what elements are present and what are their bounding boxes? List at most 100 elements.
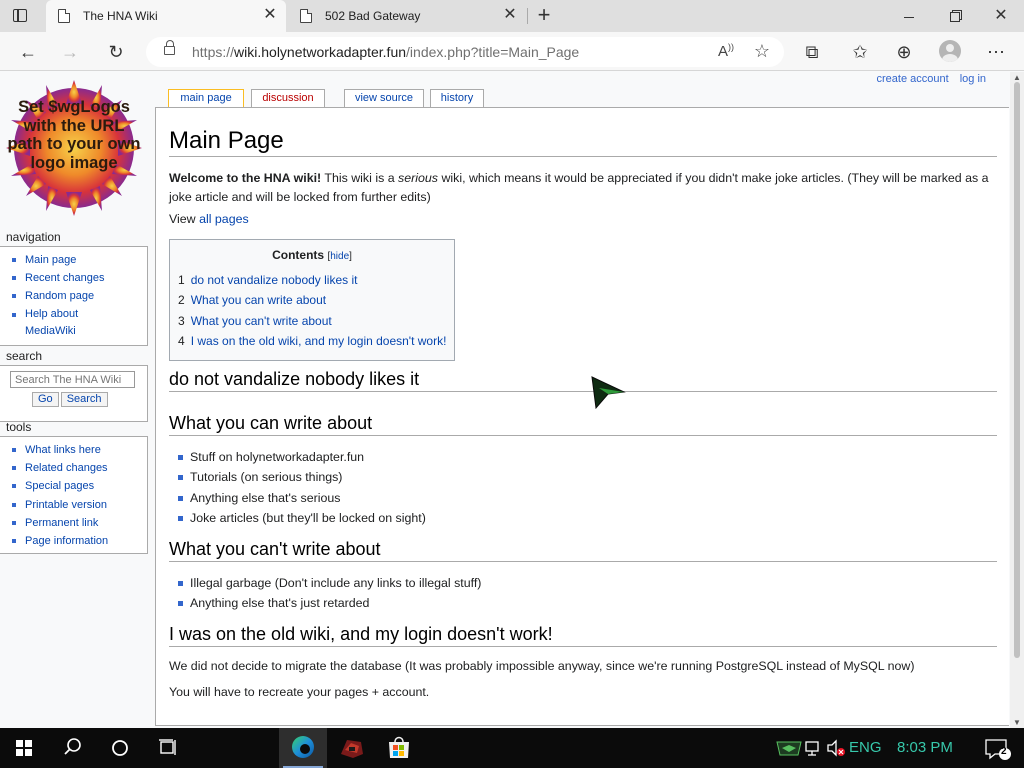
clock[interactable]: 8:03 PM: [897, 739, 953, 756]
search-taskbar-icon[interactable]: [48, 728, 96, 768]
nav-link[interactable]: Main page: [25, 254, 76, 266]
minimize-button[interactable]: [886, 0, 932, 32]
store-taskbar-icon[interactable]: [375, 728, 423, 768]
site-logo[interactable]: Set $wgLogos with the URL path to your o…: [6, 80, 142, 216]
list-item: Anything else that's just retarded: [178, 593, 481, 613]
search-portlet: search GoSearch: [0, 349, 148, 422]
can-write-list: Stuff on holynetworkadapter.fun Tutorial…: [178, 447, 426, 529]
browser-tab-strip: The HNA Wiki ✕ 502 Bad Gateway ✕ + ✕: [0, 0, 1024, 32]
tab-label[interactable]: main page: [180, 92, 231, 104]
tab-label[interactable]: discussion: [262, 92, 313, 104]
close-tab-icon[interactable]: ✕: [262, 7, 278, 23]
network-icon[interactable]: [804, 728, 822, 768]
game-app-taskbar-icon[interactable]: [327, 728, 375, 768]
toc-hide-link[interactable]: hide: [330, 251, 349, 262]
printable-version-link[interactable]: Printable version: [25, 499, 107, 511]
collections-icon[interactable]: ⊕: [891, 39, 917, 65]
what-links-here-link[interactable]: What links here: [25, 444, 101, 456]
page-information-link[interactable]: Page information: [25, 535, 108, 547]
toc-link[interactable]: do not vandalize nobody likes it: [191, 273, 358, 287]
scroll-up-arrow-icon[interactable]: ▲: [1013, 73, 1021, 82]
page-scrollbar[interactable]: ▲ ▼: [1010, 72, 1024, 728]
search-button[interactable]: Search: [60, 392, 108, 407]
tab-view-source[interactable]: view source: [344, 89, 424, 107]
nav-link[interactable]: Random page: [25, 290, 94, 302]
tab-history[interactable]: history: [430, 89, 484, 107]
scrollbar-thumb[interactable]: [1014, 82, 1020, 658]
notifications-icon[interactable]: 2: [978, 728, 1018, 768]
tab-502-bad-gateway[interactable]: 502 Bad Gateway ✕: [288, 0, 526, 32]
input-language-indicator[interactable]: ENG: [849, 739, 882, 756]
url-text[interactable]: https://wiki.holynetworkadapter.fun/inde…: [192, 44, 579, 60]
extensions-icon[interactable]: ⧉: [799, 39, 825, 65]
tools-portlet: tools What links here Related changes Sp…: [0, 420, 148, 554]
list-item: Illegal garbage (Don't include any links…: [178, 573, 481, 593]
close-window-button[interactable]: ✕: [978, 0, 1024, 32]
task-view-icon[interactable]: [144, 728, 192, 768]
edge-taskbar-icon[interactable]: [279, 728, 327, 768]
volume-muted-icon[interactable]: [825, 728, 847, 768]
page-favicon-icon: [58, 9, 70, 23]
tab-title: 502 Bad Gateway: [325, 9, 421, 23]
lock-icon[interactable]: [164, 40, 175, 55]
tool-item: Related changes: [10, 459, 143, 477]
gpu-tray-icon[interactable]: [772, 728, 806, 768]
related-changes-link[interactable]: Related changes: [25, 462, 108, 474]
intro-paragraph: Welcome to the HNA wiki! This wiki is a …: [169, 171, 989, 204]
tab-discussion[interactable]: discussion: [251, 89, 325, 107]
page-favicon-icon: [300, 9, 312, 23]
toc-item: 2 What you can write about: [178, 293, 327, 308]
toc-link[interactable]: What you can't write about: [191, 314, 332, 328]
page-content: Main Page Welcome to the HNA wiki! This …: [155, 107, 1009, 726]
tools-heading: tools: [6, 420, 32, 434]
favorites-icon[interactable]: ✩: [847, 39, 873, 65]
tab-main-page[interactable]: main page: [168, 89, 244, 108]
back-arrow-icon[interactable]: ←: [15, 39, 41, 65]
section-heading: do not vandalize nobody likes it: [169, 368, 997, 392]
create-account-link[interactable]: create account: [876, 73, 948, 85]
profile-icon[interactable]: [939, 40, 961, 62]
log-in-link[interactable]: log in: [960, 73, 986, 85]
toc-item: 3 What you can't write about: [178, 313, 332, 328]
tab-the-hna-wiki[interactable]: The HNA Wiki ✕: [46, 0, 286, 32]
new-tab-plus-icon[interactable]: +: [533, 4, 555, 26]
refresh-icon[interactable]: ↻: [103, 39, 129, 65]
start-button[interactable]: [0, 728, 48, 768]
tab-label[interactable]: history: [441, 92, 473, 104]
scroll-down-arrow-icon[interactable]: ▼: [1013, 718, 1021, 727]
toc-link[interactable]: I was on the old wiki, and my login does…: [191, 334, 447, 348]
nav-item-help: Help about MediaWiki: [10, 306, 143, 340]
more-menu-icon[interactable]: ⋯: [983, 39, 1009, 65]
nav-link[interactable]: Help about MediaWiki: [25, 306, 95, 340]
section-heading: I was on the old wiki, and my login does…: [169, 623, 997, 647]
close-tab-icon[interactable]: ✕: [502, 7, 518, 23]
restore-button[interactable]: [932, 0, 978, 32]
tool-item: Special pages: [10, 477, 143, 495]
notification-count: 2: [1001, 746, 1007, 757]
nav-item-random-page: Random page: [10, 287, 143, 305]
navigation-heading: navigation: [6, 230, 61, 244]
search-input[interactable]: [10, 371, 135, 388]
permanent-link[interactable]: Permanent link: [25, 517, 98, 529]
tab-label[interactable]: view source: [355, 92, 413, 104]
special-pages-link[interactable]: Special pages: [25, 480, 94, 492]
forward-arrow-icon[interactable]: →: [57, 39, 83, 65]
tool-item: Page information: [10, 532, 143, 550]
section-heading: What you can write about: [169, 412, 997, 436]
personal-tools: create account log in: [868, 73, 986, 85]
address-bar[interactable]: https://wiki.holynetworkadapter.fun/inde…: [146, 37, 784, 67]
section-heading: What you can't write about: [169, 538, 997, 562]
toc-link[interactable]: What you can write about: [191, 293, 326, 307]
read-aloud-icon[interactable]: A)): [718, 42, 734, 60]
logo-text: Set $wgLogos with the URL path to your o…: [7, 98, 141, 172]
tab-actions-icon[interactable]: [10, 6, 32, 26]
nav-link[interactable]: Recent changes: [25, 272, 105, 284]
browser-toolbar: ← → ↻ https://wiki.holynetworkadapter.fu…: [0, 32, 1024, 71]
cortana-icon[interactable]: [96, 728, 144, 768]
table-of-contents: Contents [hide] 1 do not vandalize nobody…: [169, 239, 455, 361]
all-pages-link[interactable]: all pages: [199, 212, 249, 226]
go-button[interactable]: Go: [32, 392, 59, 407]
list-item: Joke articles (but they'll be locked on …: [178, 508, 426, 528]
add-favorite-icon[interactable]: ☆: [754, 41, 770, 62]
toc-item: 1 do not vandalize nobody likes it: [178, 273, 358, 287]
